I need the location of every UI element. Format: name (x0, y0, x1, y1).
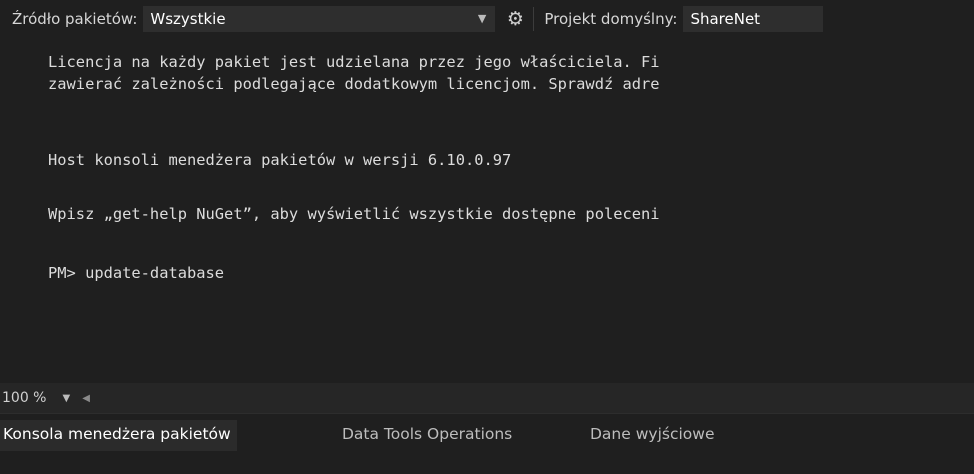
default-project-label: Projekt domyślny: (544, 10, 678, 28)
toolbar-separator (533, 7, 535, 31)
zoom-bar: 100 % ▼ ◀ (0, 383, 974, 413)
tab-data-tools-operations[interactable]: Data Tools Operations (336, 420, 518, 451)
default-project-value: ShareNet (690, 10, 761, 28)
tab-package-manager-console[interactable]: Konsola menedżera pakietów (0, 420, 237, 451)
package-source-dropdown[interactable]: Wszystkie ▼ (143, 6, 496, 32)
tab-output[interactable]: Dane wyjściowe (584, 420, 720, 451)
console-line: Licencja na każdy pakiet jest udzielana … (48, 53, 660, 71)
tool-window-tabs: Konsola menedżera pakietów Data Tools Op… (0, 413, 974, 451)
bottom-strip (0, 451, 974, 474)
gear-icon[interactable]: ⚙ (497, 0, 533, 38)
default-project-dropdown[interactable]: ShareNet (683, 6, 824, 32)
console-line: Wpisz „get-help NuGet”, aby wyświetlić w… (48, 205, 660, 223)
package-manager-console-output[interactable]: Licencja na każdy pakiet jest udzielana … (0, 38, 974, 382)
package-source-label: Źródło pakietów: (12, 10, 138, 28)
console-line: Host konsoli menedżera pakietów w wersji… (48, 151, 512, 169)
console-toolbar: Źródło pakietów: Wszystkie ▼ ⚙ Projekt d… (0, 0, 974, 38)
console-prompt-line: PM> update-database (48, 264, 225, 282)
console-line: zawierać zależności podlegające dodatkow… (48, 75, 660, 93)
chevron-down-icon[interactable]: ▼ (62, 393, 70, 404)
zoom-level[interactable]: 100 % (0, 390, 46, 406)
scroll-left-icon[interactable]: ◀ (82, 393, 90, 404)
package-source-value: Wszystkie (150, 10, 226, 28)
chevron-down-icon: ▼ (477, 12, 487, 25)
